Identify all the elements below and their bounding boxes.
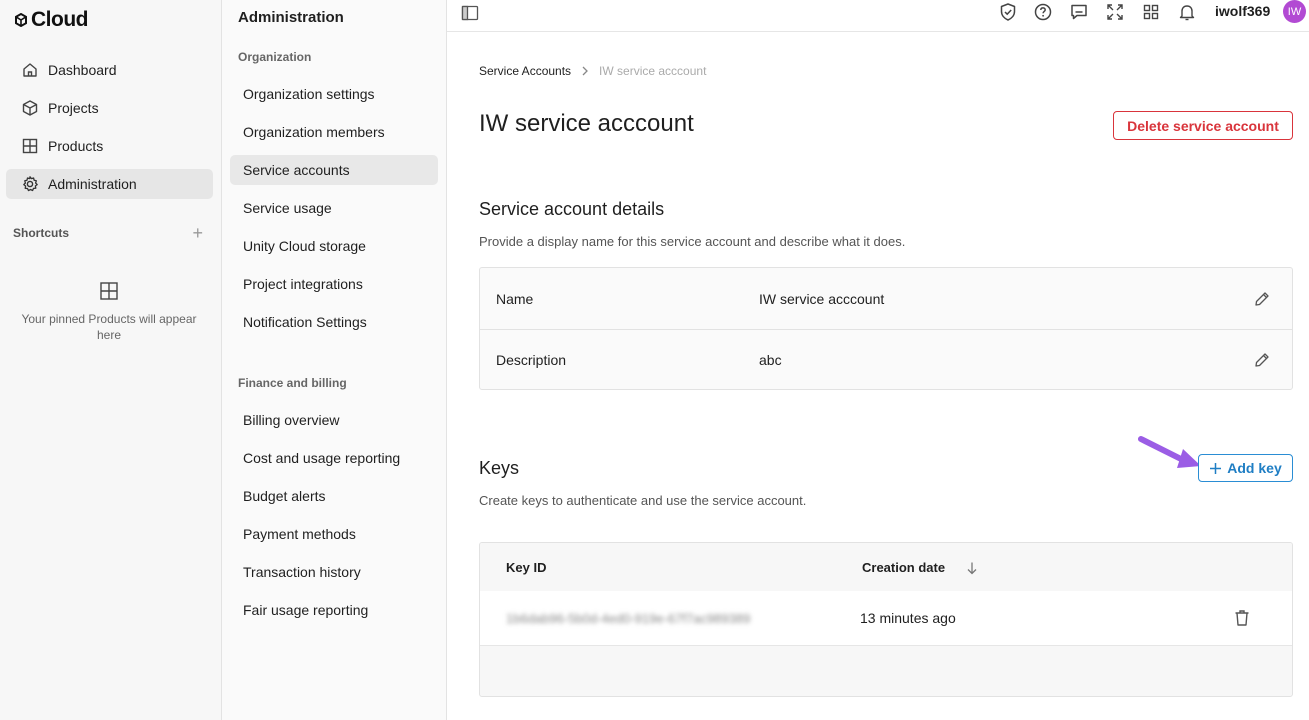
page-title: IW service acccount [479,110,694,137]
sort-arrow-down-icon[interactable] [965,561,979,575]
home-icon [23,63,37,77]
nav-item-label: Administration [48,176,137,192]
bell-icon[interactable] [1177,2,1197,22]
subnav-item-budget-alerts[interactable]: Budget alerts [230,481,438,511]
column-header-label: Creation date [862,560,946,575]
subnav-item-transaction-history[interactable]: Transaction history [230,557,438,587]
edit-pencil-icon[interactable] [1253,351,1271,369]
subnav-section-finance: Finance and billing [238,376,347,390]
key-creation-date: 13 minutes ago [860,610,956,626]
pinned-products-empty: Your pinned Products will appear here [10,282,208,343]
subnav-item-fair-usage-reporting[interactable]: Fair usage reporting [230,595,438,625]
nav-item-projects[interactable]: Projects [6,93,213,123]
breadcrumb-service-accounts-link[interactable]: Service Accounts [479,64,571,78]
subnav-item-payment-methods[interactable]: Payment methods [230,519,438,549]
nav-item-administration[interactable]: Administration [6,169,213,199]
detail-label: Description [496,352,567,368]
fullscreen-icon[interactable] [1105,2,1125,22]
brand-logo[interactable]: Cloud [14,8,88,32]
add-key-button[interactable]: Add key [1198,454,1293,482]
details-section-description: Provide a display name for this service … [479,234,906,249]
subnav-item-organization-settings[interactable]: Organization settings [230,79,438,109]
subnav-item-billing-overview[interactable]: Billing overview [230,405,438,435]
column-header-label: Key ID [506,560,547,575]
add-key-label: Add key [1227,460,1282,476]
username-label[interactable]: iwolf369 [1215,3,1270,19]
subnav-item-organization-members[interactable]: Organization members [230,117,438,147]
detail-row-description: Description abc [480,329,1292,390]
subnav-item-service-usage[interactable]: Service usage [230,193,438,223]
annotation-arrow-icon [1138,436,1201,468]
delete-service-account-button[interactable]: Delete service account [1113,111,1293,140]
details-section-title: Service account details [479,199,665,219]
feedback-icon[interactable] [1069,2,1089,22]
shortcuts-label: Shortcuts [13,226,70,240]
keys-table-header: Key ID Creation date [480,543,1292,591]
chevron-right-icon [581,66,589,76]
subnav-item-cost-usage-reporting[interactable]: Cost and usage reporting [230,443,438,473]
top-bar: iwolf369 IW [447,0,1309,32]
admin-subnav: Administration Organization Organization… [222,0,447,720]
add-shortcut-button[interactable]: + [192,224,203,242]
avatar[interactable]: IW [1283,0,1306,23]
subnav-item-service-accounts[interactable]: Service accounts [230,155,438,185]
main-content: Service Accounts IW service acccount IW … [447,33,1309,720]
nav-item-label: Projects [48,100,99,116]
unity-logo-icon [15,13,27,27]
subnav-section-organization: Organization [238,50,312,64]
keys-section-description: Create keys to authenticate and use the … [479,493,807,508]
trash-icon[interactable] [1232,608,1252,628]
help-icon[interactable] [1033,2,1053,22]
keys-table: Key ID Creation date 1b6dab96-5b0d-4ed0-… [479,542,1293,697]
main-nav-list: Dashboard Projects Products Administrati… [6,55,213,207]
cube-icon [22,100,38,116]
shortcuts-header: Shortcuts + [13,224,203,242]
detail-value: abc [759,352,782,368]
grid-icon [22,138,38,154]
subnav-item-notification-settings[interactable]: Notification Settings [230,307,438,337]
nav-item-label: Products [48,138,104,154]
shield-icon[interactable] [998,2,1018,22]
apps-grid-icon[interactable] [1141,2,1161,22]
details-box: Name IW service acccount Description abc [479,267,1293,390]
left-navigation: Cloud Dashboard Projects Products Admini… [0,0,222,720]
plus-icon [1210,462,1222,474]
grid-icon [100,282,118,300]
nav-item-label: Dashboard [48,62,117,78]
keys-section-title: Keys [479,458,520,478]
subnav-title: Administration [238,9,344,26]
detail-row-name: Name IW service acccount [480,268,1292,329]
subnav-item-cloud-storage[interactable]: Unity Cloud storage [230,231,438,261]
gear-icon [23,176,38,192]
edit-pencil-icon[interactable] [1253,290,1271,308]
nav-item-dashboard[interactable]: Dashboard [6,55,213,85]
column-header-creation-date[interactable]: Creation date [862,560,979,575]
brand-name: Cloud [31,8,88,31]
detail-value: IW service acccount [759,290,885,307]
subnav-item-project-integrations[interactable]: Project integrations [230,269,438,299]
column-header-key-id: Key ID [506,560,546,575]
detail-label: Name [496,290,534,307]
breadcrumb-current: IW service acccount [599,64,707,78]
breadcrumb: Service Accounts IW service acccount [479,64,706,78]
key-id-value: 1b6dab96-5b0d-4ed0-919e-67f7ac989389 [506,611,751,626]
panel-toggle-icon[interactable] [461,4,479,22]
table-row: 1b6dab96-5b0d-4ed0-919e-67f7ac989389 13 … [480,591,1292,646]
nav-item-products[interactable]: Products [6,131,213,161]
pinned-empty-text: Your pinned Products will appear here [21,312,197,342]
